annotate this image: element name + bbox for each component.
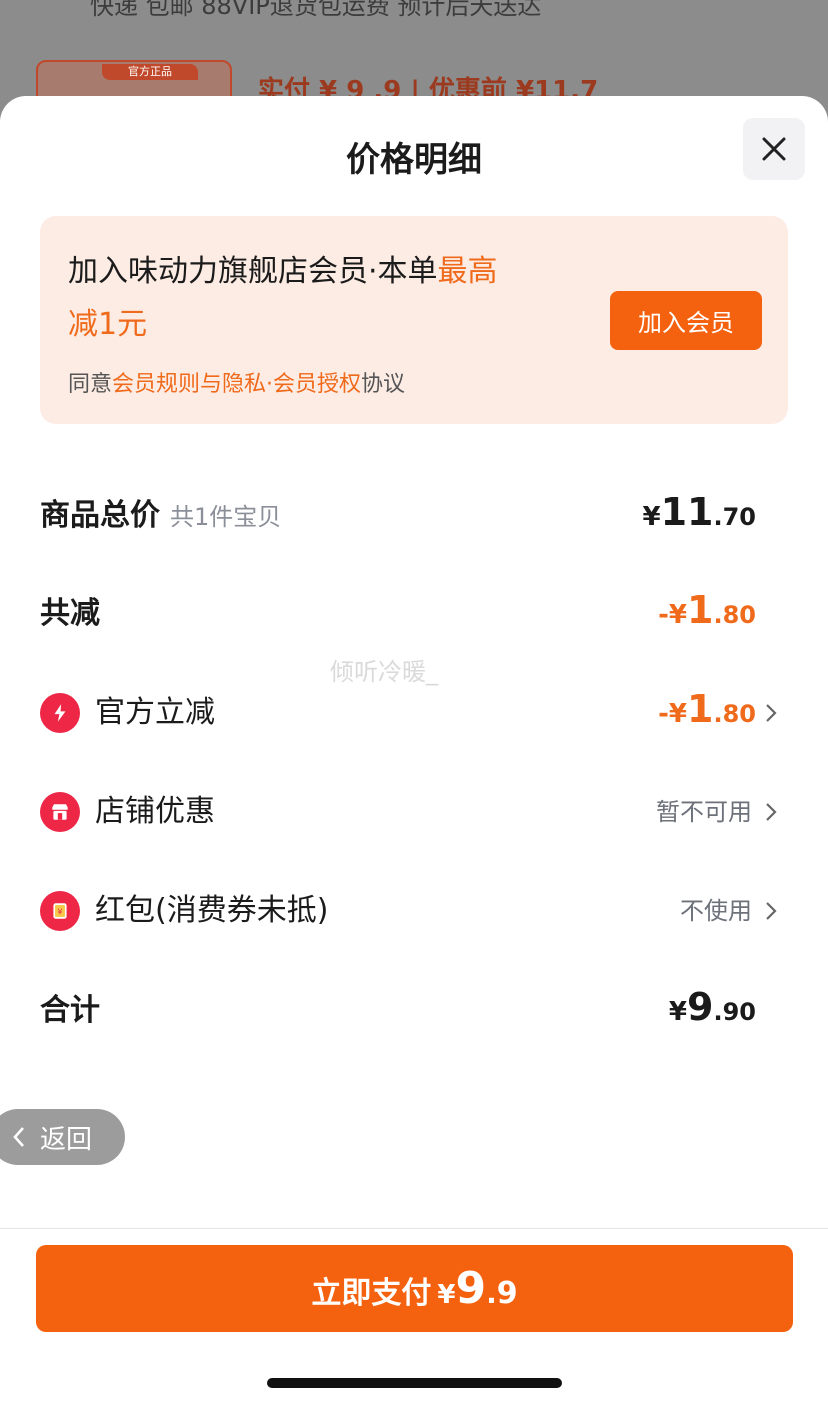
sum-dot: .: [713, 998, 723, 1026]
row-official-discount[interactable]: 官方立减 -¥ 1. 80: [40, 683, 788, 743]
red-envelope-icon: ¥: [40, 891, 80, 931]
pay-dot: .: [486, 1277, 497, 1310]
chevron-right-icon: [766, 704, 777, 722]
svg-text:¥: ¥: [58, 907, 63, 916]
pay-dec: 9: [496, 1276, 518, 1311]
pay-label: 立即支付: [311, 1276, 432, 1311]
sum-int: 9: [687, 985, 714, 1029]
red-packet-label: 红包(消费券未抵): [95, 893, 329, 928]
sum-dec: 90: [722, 998, 756, 1026]
sum-currency: ¥: [668, 997, 688, 1027]
sum-amount: ¥9. 90: [669, 981, 756, 1041]
background-badge: 官方正品: [102, 64, 198, 80]
reduction-int: 1: [687, 588, 714, 632]
agreement-link[interactable]: 会员规则与隐私·会员授权: [112, 372, 361, 397]
chevron-left-icon: [13, 1127, 24, 1147]
back-label: 返回: [40, 1124, 93, 1155]
row-red-packet[interactable]: ¥ 红包(消费券未抵) 不使用: [40, 881, 788, 941]
reduction-amount: -¥ 1. 80: [658, 584, 756, 644]
join-member-button[interactable]: 加入会员: [610, 291, 762, 350]
reduction-currency: -¥: [658, 600, 688, 630]
total-dec: 70: [722, 503, 756, 531]
row-total-label: 商品总价 共1件宝贝: [40, 486, 281, 546]
total-amount: ¥11. 70: [642, 486, 756, 546]
agreement-prefix: 同意: [68, 372, 113, 397]
total-currency: ¥: [642, 502, 661, 532]
official-currency: -¥: [658, 699, 688, 729]
row-total-reduction: 共减 -¥ 1. 80: [40, 584, 788, 644]
store-status: 暂不可用: [656, 798, 752, 826]
official-amount: -¥ 1. 80: [658, 683, 756, 743]
sheet-title: 价格明细: [346, 140, 482, 180]
membership-banner: 加入味动力旗舰店会员·本单最高 减1元 同意会员规则与隐私·会员授权协议 加入会…: [40, 216, 788, 424]
agreement-suffix: 协议: [361, 372, 406, 397]
membership-agreement: 同意会员规则与隐私·会员授权协议: [68, 366, 405, 398]
membership-discount: 减1元: [68, 307, 148, 342]
total-count: 共1件宝贝: [170, 503, 282, 531]
pay-now-button[interactable]: 立即支付 ¥ 9 . 9: [36, 1245, 793, 1332]
pay-currency: ¥: [437, 1280, 456, 1310]
membership-headline-highlight: 最高: [437, 254, 498, 289]
background-shipping-text: 快递 包邮 88VIP退货包运费 预计后天送达: [90, 0, 542, 20]
lightning-icon: [40, 693, 80, 733]
row-store-discount[interactable]: 店铺优惠 暂不可用: [40, 782, 788, 842]
close-icon: [762, 137, 786, 161]
total-label-text: 商品总价: [40, 498, 160, 533]
reduction-dec: 80: [722, 601, 756, 629]
price-detail-sheet: 价格明细 加入味动力旗舰店会员·本单最高 减1元 同意会员规则与隐私·会员授权协…: [0, 96, 828, 1404]
total-int: 11: [660, 490, 714, 534]
row-total-price: 商品总价 共1件宝贝 ¥11. 70: [40, 486, 788, 546]
pay-int: 9: [455, 1263, 487, 1314]
official-dec: 80: [722, 700, 756, 728]
sum-label: 合计: [40, 993, 100, 1028]
close-button[interactable]: [743, 118, 805, 180]
store-icon: [40, 792, 80, 832]
red-packet-status: 不使用: [680, 897, 752, 925]
membership-headline-text: 加入味动力旗舰店会员·本单: [68, 254, 438, 289]
official-dot: .: [713, 700, 723, 728]
back-button[interactable]: 返回: [0, 1109, 125, 1165]
official-int: 1: [687, 687, 714, 731]
footer-divider: [0, 1228, 828, 1229]
membership-headline: 加入味动力旗舰店会员·本单最高: [68, 246, 498, 290]
reduction-label: 共减: [40, 596, 100, 631]
store-label: 店铺优惠: [95, 794, 215, 829]
home-indicator[interactable]: [267, 1378, 562, 1388]
chevron-right-icon: [766, 902, 777, 920]
reduction-dot: .: [713, 601, 723, 629]
watermark: 倾听冷暖_: [330, 658, 438, 686]
row-sum: 合计 ¥9. 90: [40, 981, 788, 1041]
official-label: 官方立减: [95, 695, 215, 730]
chevron-right-icon: [766, 803, 777, 821]
total-dot: .: [713, 503, 723, 531]
